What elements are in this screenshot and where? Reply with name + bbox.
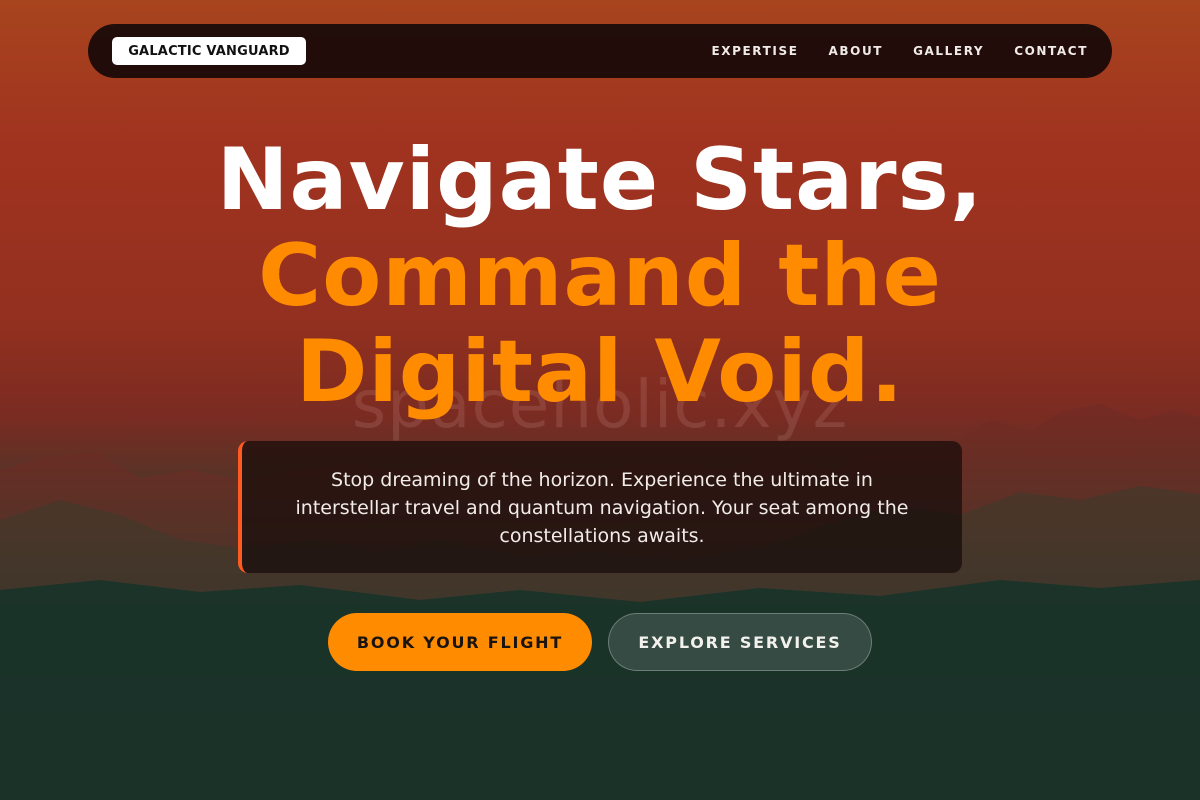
nav-link-contact[interactable]: CONTACT <box>1014 44 1088 58</box>
book-flight-button[interactable]: BOOK YOUR FLIGHT <box>328 613 592 671</box>
brand-logo[interactable]: GALACTIC VANGUARD <box>112 37 306 65</box>
headline-line-3: Digital Void. <box>295 322 905 422</box>
nav-link-about[interactable]: ABOUT <box>829 44 884 58</box>
tagline-card: Stop dreaming of the horizon. Experience… <box>238 441 962 573</box>
headline-line-1: Navigate Stars, <box>216 130 984 230</box>
tagline-text: Stop dreaming of the horizon. Experience… <box>295 469 909 547</box>
nav-links: EXPERTISE ABOUT GALLERY CONTACT <box>681 44 1088 58</box>
nav-link-gallery[interactable]: GALLERY <box>913 44 984 58</box>
nav-link-expertise[interactable]: EXPERTISE <box>711 44 798 58</box>
headline-line-2: Command the <box>258 226 942 326</box>
explore-services-button[interactable]: EXPLORE SERVICES <box>608 613 872 671</box>
top-navbar: GALACTIC VANGUARD EXPERTISE ABOUT GALLER… <box>88 24 1112 78</box>
cta-button-row: BOOK YOUR FLIGHT EXPLORE SERVICES <box>0 613 1200 671</box>
hero-headline: Navigate Stars, Command the Digital Void… <box>0 132 1200 420</box>
